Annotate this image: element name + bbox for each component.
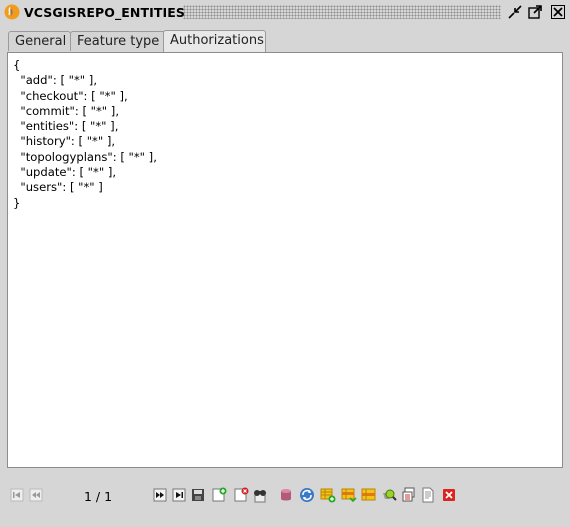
close-button[interactable] (550, 4, 566, 20)
report-button[interactable] (420, 487, 436, 503)
first-record-button[interactable] (9, 487, 25, 503)
save-button[interactable] (190, 487, 206, 503)
first-record-icon (10, 488, 24, 502)
insert-form-button[interactable] (320, 487, 336, 503)
copy-button[interactable] (401, 487, 417, 503)
edit-form-icon (361, 488, 376, 501)
refresh-button[interactable] (299, 487, 315, 503)
title-bar: VCSGISREPO_ENTITIES (0, 0, 570, 26)
delete-record-button[interactable] (233, 487, 249, 503)
copy-icon (402, 487, 415, 502)
save-icon (192, 489, 204, 501)
close-form-icon (443, 489, 455, 501)
edit-form-button[interactable] (361, 487, 377, 503)
insert-form-icon (320, 488, 336, 503)
search-icon (383, 489, 397, 501)
record-counter: 1 / 1 (84, 489, 113, 504)
maximize-icon (528, 5, 542, 19)
authorizations-editor[interactable]: { "add": [ "*" ], "checkout": [ "*" ], "… (7, 52, 563, 468)
maximize-button[interactable] (527, 4, 543, 20)
window-title: VCSGISREPO_ENTITIES (24, 5, 185, 20)
tab-feature-type[interactable]: Feature type (70, 31, 169, 51)
new-record-icon (212, 487, 227, 502)
update-form-button[interactable] (341, 487, 357, 503)
database-icon (281, 489, 291, 501)
last-record-icon (172, 488, 186, 502)
previous-record-icon (29, 488, 43, 502)
delete-record-icon (234, 487, 249, 502)
next-record-icon (153, 488, 167, 502)
database-button[interactable] (278, 487, 294, 503)
restore-button[interactable] (507, 4, 523, 20)
app-icon (4, 4, 20, 20)
authorizations-json-text[interactable]: { "add": [ "*" ], "checkout": [ "*" ], "… (13, 58, 157, 211)
restore-icon (508, 5, 522, 19)
next-record-button[interactable] (152, 487, 168, 503)
close-icon (551, 5, 565, 19)
filter-button[interactable] (252, 487, 268, 503)
title-drag-grip[interactable] (183, 5, 501, 19)
previous-record-button[interactable] (28, 487, 44, 503)
tab-authorizations[interactable]: Authorizations (163, 30, 266, 52)
close-form-button[interactable] (441, 487, 457, 503)
tab-general[interactable]: General (8, 31, 71, 51)
refresh-icon (300, 488, 314, 502)
new-record-button[interactable] (211, 487, 227, 503)
update-form-icon (341, 488, 357, 503)
navigation-toolbar: 1 / 1 (0, 487, 570, 507)
last-record-button[interactable] (171, 487, 187, 503)
binoculars-icon (254, 490, 266, 503)
report-icon (422, 487, 434, 503)
search-button[interactable] (381, 487, 397, 503)
